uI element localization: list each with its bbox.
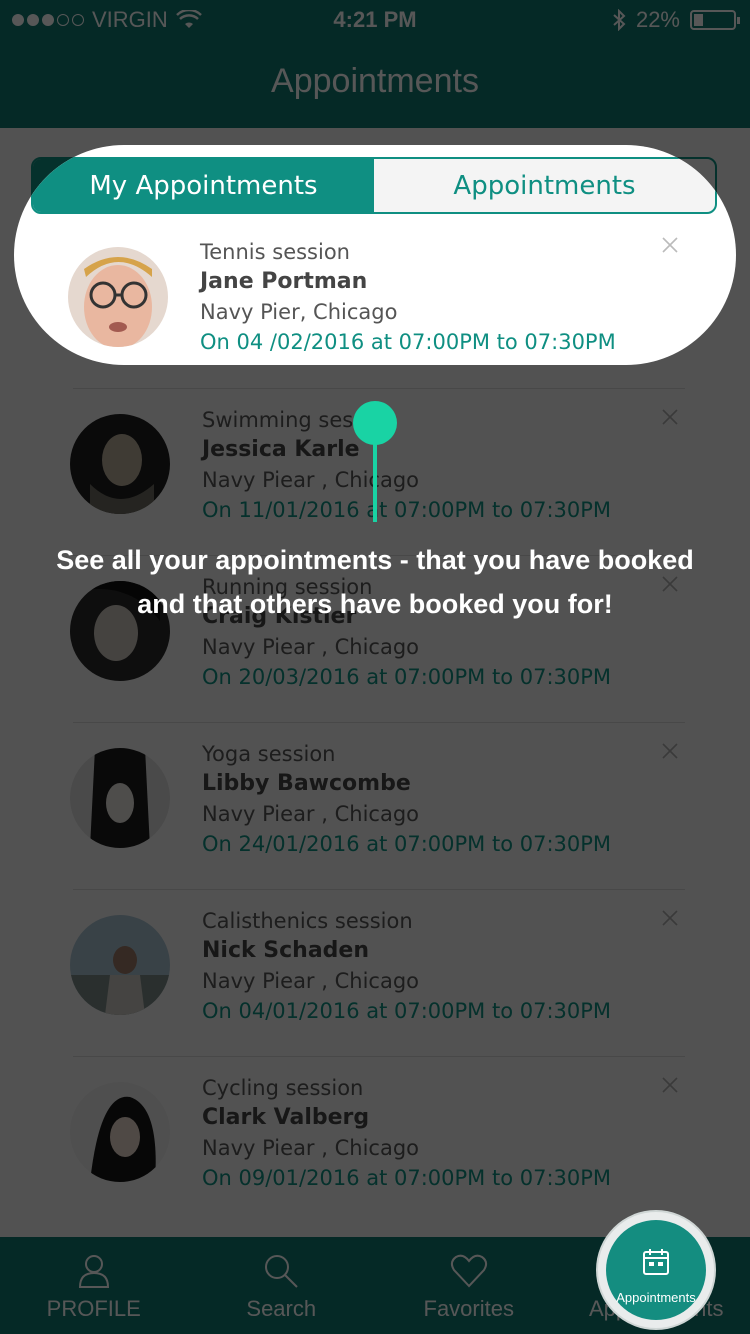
avatar — [70, 748, 170, 848]
date-time: On 11/01/2016 at 07:00PM to 07:30PM — [202, 498, 612, 522]
spotlight: My Appointments Appointments Tennis sess… — [14, 145, 736, 365]
tab-search[interactable]: Search — [188, 1237, 376, 1334]
bluetooth-icon — [613, 9, 626, 31]
tab-favorites-label: Favorites — [423, 1296, 514, 1321]
search-icon — [265, 1255, 298, 1288]
page-title: Appointments — [271, 62, 479, 100]
session-title: Swimming session — [202, 408, 397, 432]
person-name: Libby Bawcombe — [202, 771, 411, 796]
location: Navy Pier, Chicago — [200, 300, 398, 324]
fab-label: Appointments — [616, 1290, 696, 1305]
list-item[interactable]: Cycling session Clark Valberg Navy Piear… — [0, 1057, 750, 1224]
tab-profile[interactable]: PROFILE — [0, 1237, 188, 1334]
person-name: Nick Schaden — [202, 938, 370, 963]
calendar-icon — [643, 1249, 669, 1275]
coach-mark-line — [373, 440, 377, 522]
close-icon[interactable] — [660, 908, 680, 928]
close-icon[interactable] — [660, 235, 680, 255]
session-title: Calisthenics session — [202, 909, 413, 933]
date-time: On 09/01/2016 at 07:00PM to 07:30PM — [202, 1166, 612, 1190]
person-name: Jane Portman — [200, 269, 368, 294]
profile-icon — [78, 1255, 109, 1288]
coach-mark-pin — [353, 401, 397, 445]
battery-icon — [690, 10, 740, 30]
close-icon[interactable] — [660, 741, 680, 761]
date-time: On 24/01/2016 at 07:00PM to 07:30PM — [202, 832, 612, 856]
date-time: On 04 /02/2016 at 07:00PM to 07:30PM — [200, 330, 616, 354]
battery-percent: 22% — [635, 7, 680, 32]
avatar — [70, 915, 170, 1015]
tab-appointments-highlight[interactable]: Appointments — [374, 159, 715, 212]
date-time: On 20/03/2016 at 07:00PM to 07:30PM — [202, 665, 612, 689]
location: Navy Piear , Chicago — [202, 635, 419, 659]
session-title: Tennis session — [200, 240, 350, 264]
person-name: Clark Valberg — [202, 1105, 370, 1130]
location: Navy Piear , Chicago — [202, 802, 419, 826]
segmented-tabs-highlight: My Appointments Appointments — [31, 157, 717, 214]
list-item[interactable]: Calisthenics session Nick Schaden Navy P… — [0, 890, 750, 1057]
coach-mark-text: See all your appointments - that you hav… — [56, 545, 694, 619]
date-time: On 04/01/2016 at 07:00PM to 07:30PM — [202, 999, 612, 1023]
close-icon[interactable] — [660, 1075, 680, 1095]
appointment-list: Tennis session Jane Portman Navy Pier, C… — [0, 222, 750, 1224]
location: Navy Piear , Chicago — [202, 468, 419, 492]
location: Navy Piear , Chicago — [202, 1136, 419, 1160]
avatar — [70, 1082, 170, 1182]
heart-icon — [450, 1254, 487, 1288]
location: Navy Piear , Chicago — [202, 969, 419, 993]
avatar — [70, 414, 170, 514]
nav-bar: Appointments — [0, 40, 750, 128]
status-bar: VIRGIN 4:21 PM 22% — [0, 0, 750, 40]
list-item[interactable]: Yoga session Libby Bawcombe Navy Piear ,… — [0, 723, 750, 890]
session-title: Cycling session — [202, 1076, 364, 1100]
tab-favorites[interactable]: Favorites — [375, 1237, 563, 1334]
tab-my-appointments-highlight[interactable]: My Appointments — [33, 159, 374, 212]
session-title: Yoga session — [202, 742, 336, 766]
close-icon[interactable] — [660, 407, 680, 427]
tab-search-label: Search — [246, 1296, 317, 1321]
highlighted-appointment[interactable]: Tennis session Jane Portman Navy Pier, C… — [14, 217, 736, 365]
tab-profile-label: PROFILE — [46, 1296, 141, 1321]
person-name: Jessica Karle — [202, 437, 360, 462]
avatar — [68, 247, 168, 347]
appointments-fab[interactable]: Appointments — [598, 1212, 714, 1328]
